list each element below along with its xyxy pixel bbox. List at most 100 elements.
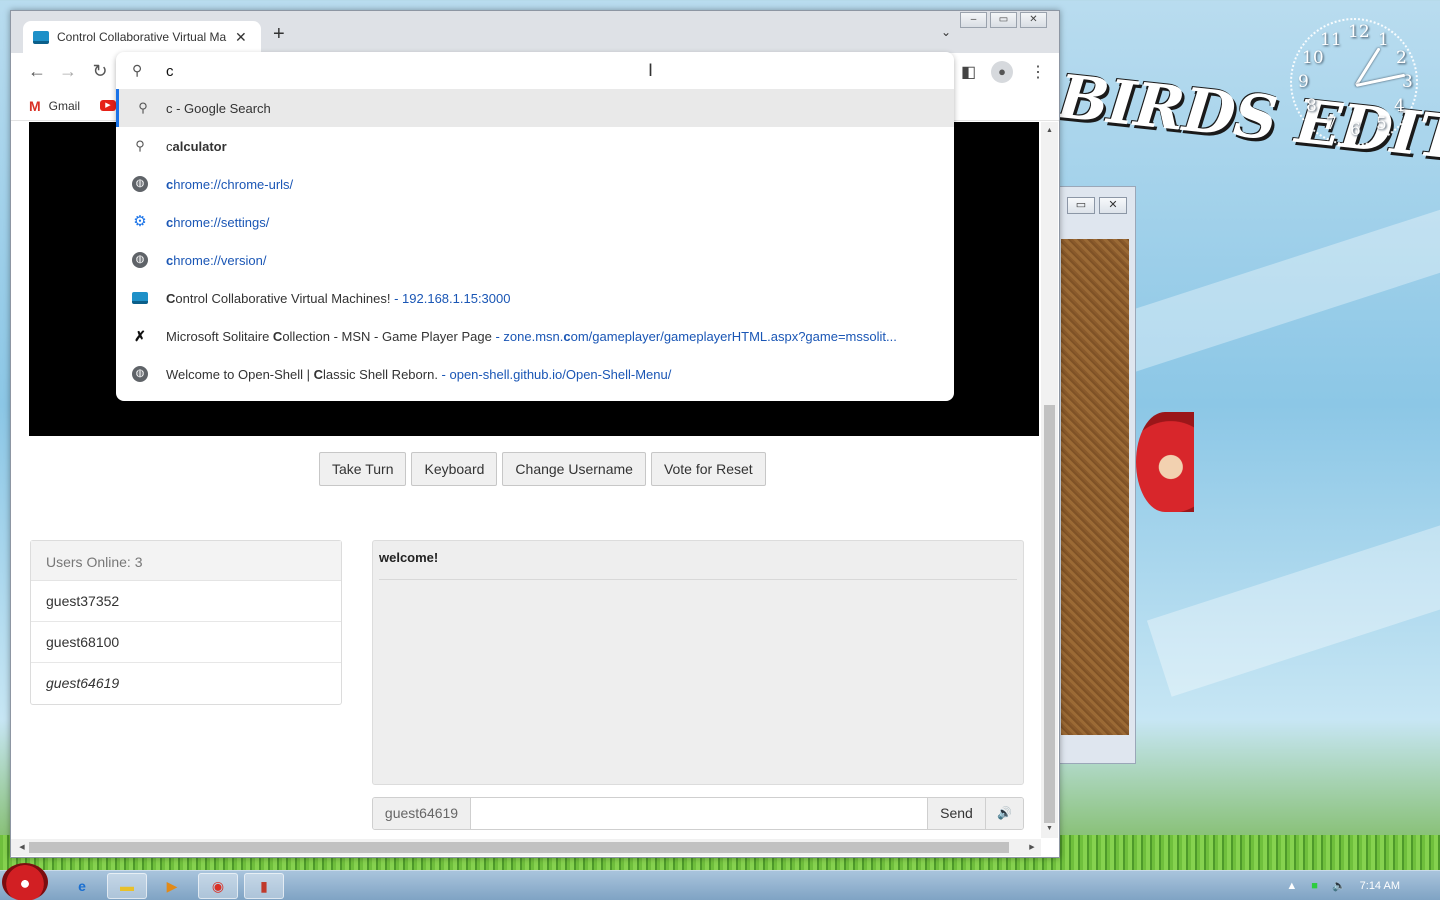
scroll-down-arrow-icon[interactable]: ▼ — [1041, 822, 1058, 836]
taskbar-clock[interactable]: 7:14 AM — [1360, 880, 1400, 892]
clock-number: 2 — [1396, 48, 1407, 68]
search-icon: ⚲ — [132, 62, 143, 78]
clock-number: 11 — [1320, 30, 1342, 50]
suggestion-text: hrome://settings/ — [173, 214, 270, 230]
chrome-icon[interactable]: ◉ — [198, 873, 238, 899]
omnibox-suggestion[interactable]: ⚲ c - Google Search — [116, 89, 954, 127]
vm-site-icon — [33, 30, 49, 44]
restore-icon[interactable]: ▭ — [1067, 197, 1095, 214]
desktop-clock-gadget: 12 1 2 3 4 5 6 7 8 9 10 11 — [1290, 18, 1418, 146]
omnibox-suggestion[interactable]: ◍ Welcome to Open-Shell | Classic Shell R… — [116, 355, 954, 393]
volume-muted-icon[interactable]: 🔈 — [1332, 879, 1346, 892]
send-button[interactable]: Send — [927, 798, 985, 829]
suggestion-text: c — [563, 328, 571, 344]
omnibox-suggestion[interactable]: Control Collaborative Virtual Machines! … — [116, 279, 954, 317]
horizontal-scrollbar[interactable]: ◀ ▶ — [11, 839, 1041, 856]
side-panel-icon[interactable]: ◧ — [961, 62, 976, 82]
gmail-icon: M — [29, 98, 41, 114]
omnibox-suggestion[interactable]: ◍ c hrome://chrome-urls/ — [116, 165, 954, 203]
network-icon[interactable]: ■ — [1311, 880, 1318, 892]
start-button[interactable] — [2, 863, 48, 900]
take-turn-button[interactable]: Take Turn — [319, 452, 407, 486]
kebab-menu-icon[interactable]: ⋮ — [1030, 62, 1046, 82]
internet-explorer-icon[interactable]: e — [62, 873, 102, 899]
chevron-down-icon[interactable]: ⌄ — [941, 25, 951, 39]
suggestion-text: - open-shell.github.io/Open-Shell-Menu/ — [437, 366, 672, 382]
tab-title: Control Collaborative Virtual Ma — [57, 30, 227, 44]
restore-icon[interactable]: ▭ — [990, 12, 1017, 28]
suggestion-text: C — [166, 290, 176, 306]
back-arrow-icon[interactable]: ← — [25, 61, 49, 82]
angry-bird-graphic — [1136, 412, 1194, 512]
tray-expand-icon[interactable]: ▲ — [1286, 880, 1297, 892]
bookmark-label: Gmail — [48, 99, 81, 113]
change-username-button[interactable]: Change Username — [502, 452, 646, 486]
profile-avatar[interactable]: ● — [991, 61, 1013, 83]
media-player-icon[interactable]: ▶ — [152, 873, 192, 899]
suggestion-text: hrome://chrome-urls/ — [173, 176, 294, 192]
user-list-item: guest68100 — [31, 622, 341, 663]
suggestion-text: c — [166, 214, 174, 230]
close-icon[interactable]: ✕ — [1099, 197, 1127, 214]
reload-icon[interactable]: ↻ — [88, 61, 112, 82]
scroll-left-arrow-icon[interactable]: ◀ — [15, 839, 29, 856]
suggestion-text: Welcome to Open-Shell | — [166, 366, 314, 382]
taskbar: e ▬ ▶ ◉ ▮ ▲ ■ 🔈 7:14 AM — [0, 863, 1440, 900]
bookmark-gmail[interactable]: M Gmail — [29, 98, 80, 114]
omnibox-suggestion[interactable]: ✗ Microsoft Solitaire Collection - MSN - … — [116, 317, 954, 355]
tab-close-icon[interactable]: ✕ — [235, 29, 247, 46]
clock-number: 1 — [1378, 30, 1389, 50]
youtube-icon: ▶ — [100, 100, 116, 111]
close-icon[interactable]: ✕ — [1020, 12, 1047, 28]
omnibox-suggestion[interactable]: ◍ c hrome://version/ — [116, 241, 954, 279]
omnibox-suggestion[interactable]: ⚙ c hrome://settings/ — [116, 203, 954, 241]
address-input[interactable] — [166, 60, 926, 82]
clock-number: 6 — [1350, 120, 1361, 140]
suggestion-text: - 192.168.1.15:3000 — [390, 290, 511, 306]
clock-number: 7 — [1326, 114, 1337, 134]
clock-number: 4 — [1394, 96, 1405, 116]
scroll-up-arrow-icon[interactable]: ▲ — [1041, 124, 1058, 138]
suggestion-text: C — [313, 366, 324, 382]
suggestion-text: lassic Shell Reborn. — [323, 366, 438, 382]
omnibox-suggestion[interactable]: ⚲ c alculator — [116, 127, 954, 165]
msn-icon: ✗ — [134, 328, 146, 344]
search-icon: ⚲ — [138, 100, 148, 115]
new-tab-button[interactable]: + — [273, 23, 285, 46]
clock-number: 5 — [1376, 114, 1387, 134]
tab-vm[interactable]: Control Collaborative Virtual Ma ✕ — [23, 21, 261, 53]
scroll-right-arrow-icon[interactable]: ▶ — [1025, 839, 1039, 856]
background-window[interactable]: ▭ ✕ — [1058, 186, 1136, 764]
search-icon: ⚲ — [135, 138, 145, 153]
system-tray: ▲ ■ 🔈 7:14 AM — [1286, 879, 1400, 893]
person-icon: ● — [991, 61, 1013, 83]
bookmark-youtube[interactable]: ▶ — [100, 100, 116, 111]
chat-username-label: guest64619 — [373, 798, 471, 829]
game-app-icon[interactable]: ▮ — [244, 873, 284, 899]
users-online-panel: Users Online: 3 guest37352 guest68100 gu… — [30, 540, 342, 705]
globe-icon: ◍ — [132, 252, 148, 268]
chat-message-input[interactable] — [471, 798, 927, 829]
vertical-scrollbar[interactable]: ▲ ▼ — [1041, 122, 1058, 838]
keyboard-button[interactable]: Keyboard — [411, 452, 498, 486]
vertical-scroll-thumb[interactable] — [1044, 405, 1055, 823]
suggestion-text: ontrol Collaborative Virtual Machines! — [175, 290, 391, 306]
vote-reset-button[interactable]: Vote for Reset — [650, 452, 766, 486]
globe-icon: ◍ — [132, 176, 148, 192]
chat-message: welcome! — [379, 550, 1017, 580]
horizontal-scroll-thumb[interactable] — [29, 842, 1009, 853]
file-explorer-icon[interactable]: ▬ — [107, 873, 147, 899]
minimize-icon[interactable]: – — [960, 12, 987, 28]
volume-icon[interactable]: 🔊 — [985, 798, 1023, 829]
background-window-content — [1061, 239, 1129, 735]
user-list-item: guest37352 — [31, 581, 341, 622]
suggestion-text: c — [166, 252, 174, 268]
suggestion-text: Microsoft Solitaire — [166, 328, 273, 344]
tab-strip: Control Collaborative Virtual Ma ✕ + ⌄ –… — [11, 11, 1059, 53]
forward-arrow-icon[interactable]: → — [56, 61, 80, 82]
suggestion-text: om/gameplayer/gameplayerHTML.aspx?game=m… — [570, 328, 897, 344]
vm-control-buttons: Take Turn Keyboard Change Username Vote … — [319, 452, 766, 486]
globe-icon: ◍ — [132, 366, 148, 382]
suggestion-text: ollection - MSN - Game Player Page — [282, 328, 492, 344]
omnibox-dropdown: ⚲ I ⚲c - Google Search⚲calculator◍chrome… — [116, 52, 954, 401]
